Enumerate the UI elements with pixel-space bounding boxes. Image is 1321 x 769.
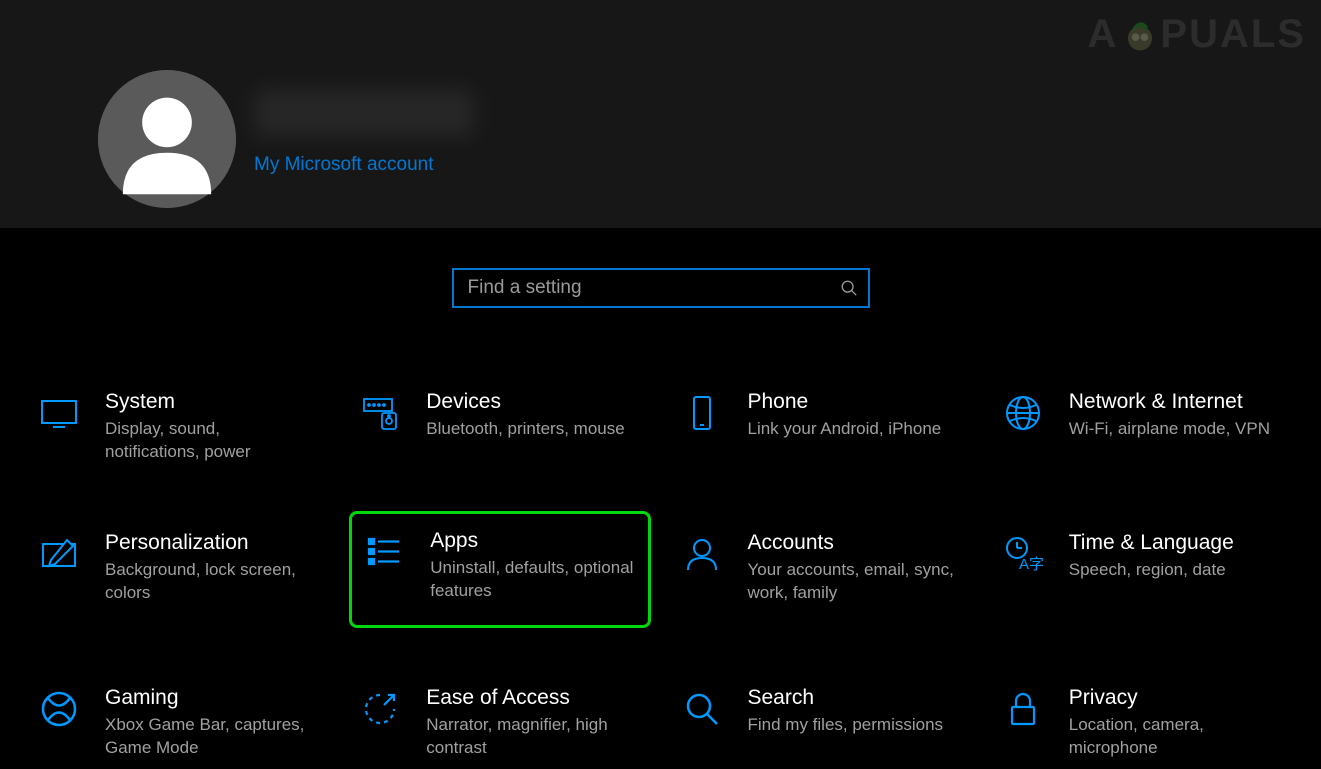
category-title: Apps — [430, 528, 635, 553]
search-category-icon — [682, 689, 722, 729]
category-title: Ease of Access — [426, 685, 639, 710]
category-privacy[interactable]: Privacy Location, camera, microphone — [992, 676, 1293, 769]
appuals-mascot-icon — [1118, 13, 1162, 57]
category-search[interactable]: Search Find my files, permissions — [671, 676, 972, 769]
category-title: Accounts — [748, 530, 961, 555]
watermark-suffix: PUALS — [1160, 12, 1306, 57]
category-desc: Narrator, magnifier, high contrast — [426, 714, 639, 760]
settings-header: My Microsoft account A PUALS — [0, 0, 1321, 228]
category-personalization[interactable]: Personalization Background, lock screen,… — [28, 521, 329, 628]
user-silhouette-icon — [98, 70, 236, 208]
category-gaming[interactable]: Gaming Xbox Game Bar, captures, Game Mod… — [28, 676, 329, 769]
category-desc: Display, sound, notifications, power — [105, 418, 318, 464]
devices-icon — [360, 393, 400, 433]
category-title: Network & Internet — [1069, 389, 1270, 414]
accounts-icon — [682, 534, 722, 574]
lock-icon — [1003, 689, 1043, 729]
personalization-icon — [39, 534, 79, 574]
category-accounts[interactable]: Accounts Your accounts, email, sync, wor… — [671, 521, 972, 628]
category-title: Personalization — [105, 530, 318, 555]
svg-text:A字: A字 — [1019, 556, 1043, 573]
category-title: Gaming — [105, 685, 318, 710]
category-network[interactable]: Network & Internet Wi-Fi, airplane mode,… — [992, 380, 1293, 473]
category-desc: Uninstall, defaults, optional features — [430, 557, 635, 603]
category-title: Phone — [748, 389, 942, 414]
category-ease-of-access[interactable]: Ease of Access Narrator, magnifier, high… — [349, 676, 650, 769]
category-devices[interactable]: Devices Bluetooth, printers, mouse — [349, 380, 650, 473]
search-container — [0, 268, 1321, 308]
globe-icon — [1003, 393, 1043, 433]
gaming-icon — [39, 689, 79, 729]
ease-of-access-icon — [360, 689, 400, 729]
category-title: Devices — [426, 389, 624, 414]
user-info: My Microsoft account — [254, 70, 474, 176]
system-icon — [39, 393, 79, 433]
category-desc: Link your Android, iPhone — [748, 418, 942, 441]
watermark-prefix: A — [1088, 12, 1119, 57]
category-desc: Xbox Game Bar, captures, Game Mode — [105, 714, 318, 760]
category-desc: Find my files, permissions — [748, 714, 944, 737]
time-language-icon: A字 — [1003, 534, 1043, 574]
search-icon — [840, 279, 858, 297]
category-phone[interactable]: Phone Link your Android, iPhone — [671, 380, 972, 473]
microsoft-account-link[interactable]: My Microsoft account — [254, 154, 474, 176]
category-time-language[interactable]: A字 Time & Language Speech, region, date — [992, 521, 1293, 628]
watermark-logo: A PUALS — [1088, 12, 1306, 57]
search-box[interactable] — [452, 268, 870, 308]
category-desc: Speech, region, date — [1069, 559, 1234, 582]
apps-icon — [364, 532, 404, 572]
category-desc: Location, camera, microphone — [1069, 714, 1282, 760]
avatar — [98, 70, 236, 208]
category-desc: Your accounts, email, sync, work, family — [748, 559, 961, 605]
category-system[interactable]: System Display, sound, notifications, po… — [28, 380, 329, 473]
category-desc: Wi-Fi, airplane mode, VPN — [1069, 418, 1270, 441]
category-title: Privacy — [1069, 685, 1282, 710]
category-apps[interactable]: Apps Uninstall, defaults, optional featu… — [349, 511, 650, 628]
category-title: System — [105, 389, 318, 414]
category-desc: Background, lock screen, colors — [105, 559, 318, 605]
username-redacted — [254, 90, 474, 136]
category-title: Time & Language — [1069, 530, 1234, 555]
phone-icon — [682, 393, 722, 433]
settings-grid: System Display, sound, notifications, po… — [0, 380, 1321, 769]
category-desc: Bluetooth, printers, mouse — [426, 418, 624, 441]
search-input[interactable] — [468, 277, 840, 299]
category-title: Search — [748, 685, 944, 710]
